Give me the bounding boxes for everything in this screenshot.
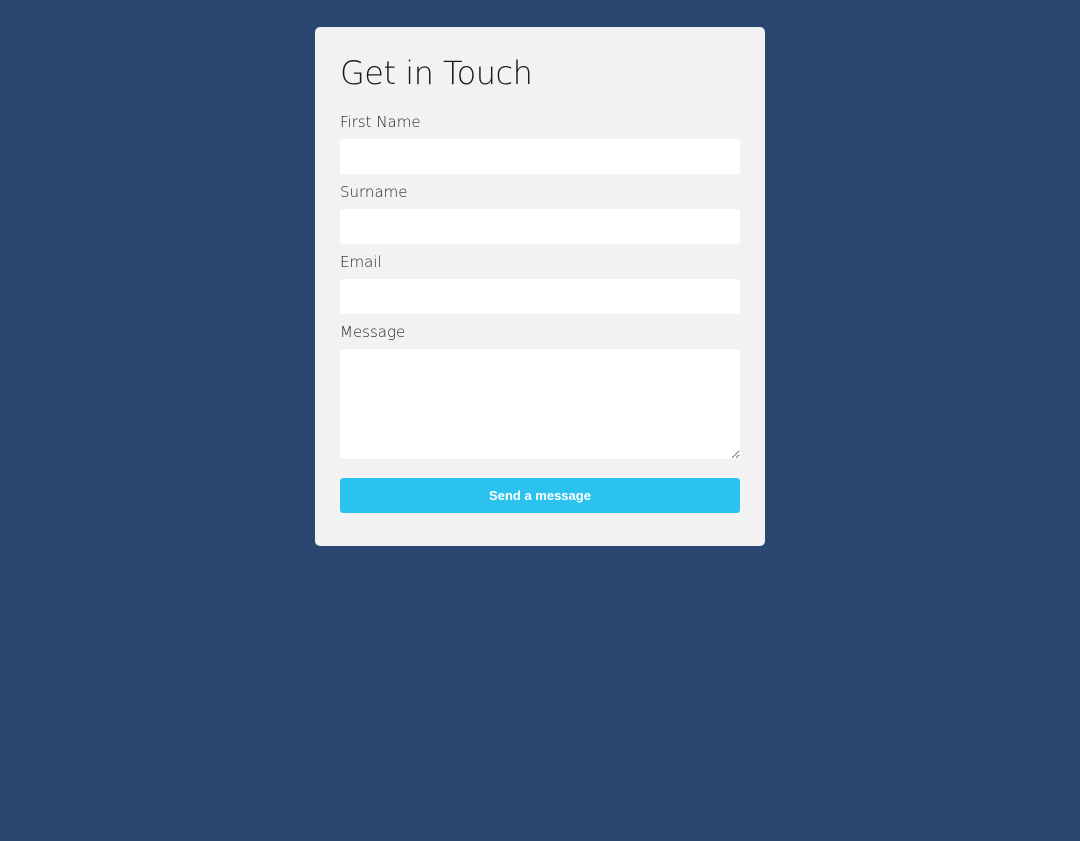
message-label: Message [340, 323, 406, 341]
contact-form-card: Get in Touch First Name Surname Email Me… [315, 27, 765, 546]
email-input[interactable] [340, 279, 740, 314]
surname-label: Surname [340, 183, 408, 201]
message-textarea[interactable] [340, 349, 740, 459]
send-message-button[interactable]: Send a message [340, 478, 740, 513]
first-name-label: First Name [340, 113, 421, 131]
form-title: Get in Touch [340, 54, 533, 92]
first-name-input[interactable] [340, 139, 740, 174]
email-label: Email [340, 253, 382, 271]
surname-input[interactable] [340, 209, 740, 244]
